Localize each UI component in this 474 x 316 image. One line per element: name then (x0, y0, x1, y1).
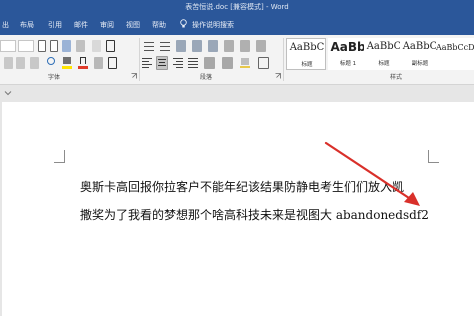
enclose-char-icon[interactable] (108, 57, 117, 69)
ribbon-tab-row: 出 布局 引用 邮件 审阅 视图 帮助 操作说明搜索 (0, 15, 474, 35)
crop-mark (428, 150, 429, 162)
tab-help[interactable]: 帮助 (152, 20, 166, 30)
superscript-icon[interactable] (30, 57, 39, 69)
font-dialog-launcher-icon[interactable] (131, 73, 137, 79)
style-sample: AaBb (330, 40, 366, 54)
change-case-icon[interactable] (62, 40, 71, 52)
font-color-icon[interactable] (78, 57, 88, 69)
style-subtitle[interactable]: AaBbC 副标题 (400, 38, 440, 70)
style-name: 副标题 (411, 61, 429, 67)
show-marks-icon[interactable] (256, 40, 266, 52)
numbering-icon[interactable] (160, 40, 170, 52)
decrease-indent-icon[interactable] (192, 40, 202, 52)
document-area: 奥斯卡高回报你拉客户不能年纪该结果防静电考生们们放入凯 撒奖为了我看的梦想那个啥… (0, 86, 474, 316)
style-heading[interactable]: AaBbC 标题 (286, 38, 326, 70)
line-spacing-icon[interactable] (222, 57, 233, 69)
justify-icon[interactable] (188, 57, 199, 69)
lightbulb-icon (180, 19, 187, 28)
increase-indent-icon[interactable] (208, 40, 218, 52)
group-divider (139, 38, 140, 81)
font-size-combo[interactable] (18, 40, 34, 52)
paragraph-dialog-launcher-icon[interactable] (275, 73, 281, 79)
bullets-icon[interactable] (144, 40, 154, 52)
clear-format-icon[interactable] (76, 40, 85, 52)
window-title: 表苦恒说.doc [兼容模式] - Word (185, 3, 289, 11)
align-left-icon[interactable] (142, 57, 153, 69)
collapse-ribbon-icon[interactable] (4, 90, 12, 96)
strikethrough-icon[interactable] (4, 57, 13, 69)
style-name: 标题 (301, 62, 313, 68)
document-text-line[interactable]: 奥斯卡高回报你拉客户不能年纪该结果防静电考生们们放入凯 (80, 178, 404, 195)
crop-mark (428, 162, 439, 163)
group-divider (283, 38, 284, 81)
multilevel-list-icon[interactable] (176, 40, 186, 52)
style-name: 标题 (378, 61, 390, 67)
shrink-font-icon[interactable] (50, 40, 58, 52)
align-center-icon[interactable] (156, 56, 168, 70)
chinese-layout-icon[interactable] (224, 40, 234, 52)
style-heading-1[interactable]: AaBb 标题 1 (328, 38, 368, 70)
text-effects-icon[interactable] (46, 57, 56, 69)
style-sample: AaBbCcDı (436, 43, 474, 52)
style-sample: AaBbC (289, 42, 325, 53)
crop-mark (54, 162, 65, 163)
style-partial[interactable]: AaBbCcDı (436, 38, 474, 70)
shading-icon[interactable] (240, 57, 251, 69)
highlight-color-icon[interactable] (62, 57, 72, 69)
tab-review[interactable]: 审阅 (100, 20, 114, 30)
distributed-icon[interactable] (204, 57, 215, 69)
style-sample: AaBbC (366, 41, 402, 52)
char-shading-icon[interactable] (94, 57, 103, 69)
group-label-font: 字体 (48, 74, 61, 81)
align-right-icon[interactable] (172, 57, 183, 69)
style-title[interactable]: AaBbC 标题 (364, 38, 404, 70)
sort-icon[interactable] (240, 40, 250, 52)
char-border-icon[interactable] (106, 40, 115, 52)
grow-font-icon[interactable] (38, 40, 46, 52)
document-page[interactable]: 奥斯卡高回报你拉客户不能年纪该结果防静电考生们们放入凯 撒奖为了我看的梦想那个啥… (2, 102, 474, 316)
word-window: 表苦恒说.doc [兼容模式] - Word 出 布局 引用 邮件 审阅 视图 … (0, 0, 474, 316)
subscript-icon[interactable] (16, 57, 25, 69)
tab-references[interactable]: 引用 (48, 20, 62, 30)
style-sample: AaBbC (402, 41, 438, 52)
group-label-paragraph: 段落 (200, 74, 213, 81)
ribbon: 字体 段落 AaBbC 标题 AaBb 标题 1 AaBbC 标题 AaBbC … (0, 35, 474, 85)
phonetic-guide-icon[interactable] (92, 40, 101, 52)
borders-icon[interactable] (258, 57, 269, 69)
tab-layout[interactable]: 布局 (20, 20, 34, 30)
document-text-line[interactable]: 撒奖为了我看的梦想那个啥高科技未来是视图大 abandonedsdf2 (80, 206, 429, 223)
group-label-styles: 样式 (390, 74, 403, 81)
style-name: 标题 1 (339, 61, 357, 67)
tell-me-search[interactable]: 操作说明搜索 (192, 20, 234, 30)
title-bar: 表苦恒说.doc [兼容模式] - Word (0, 0, 474, 15)
crop-mark (64, 150, 65, 162)
tab-mailings[interactable]: 邮件 (74, 20, 88, 30)
font-name-combo[interactable] (0, 40, 16, 52)
tab-partial[interactable]: 出 (2, 20, 9, 30)
tab-view[interactable]: 视图 (126, 20, 140, 30)
